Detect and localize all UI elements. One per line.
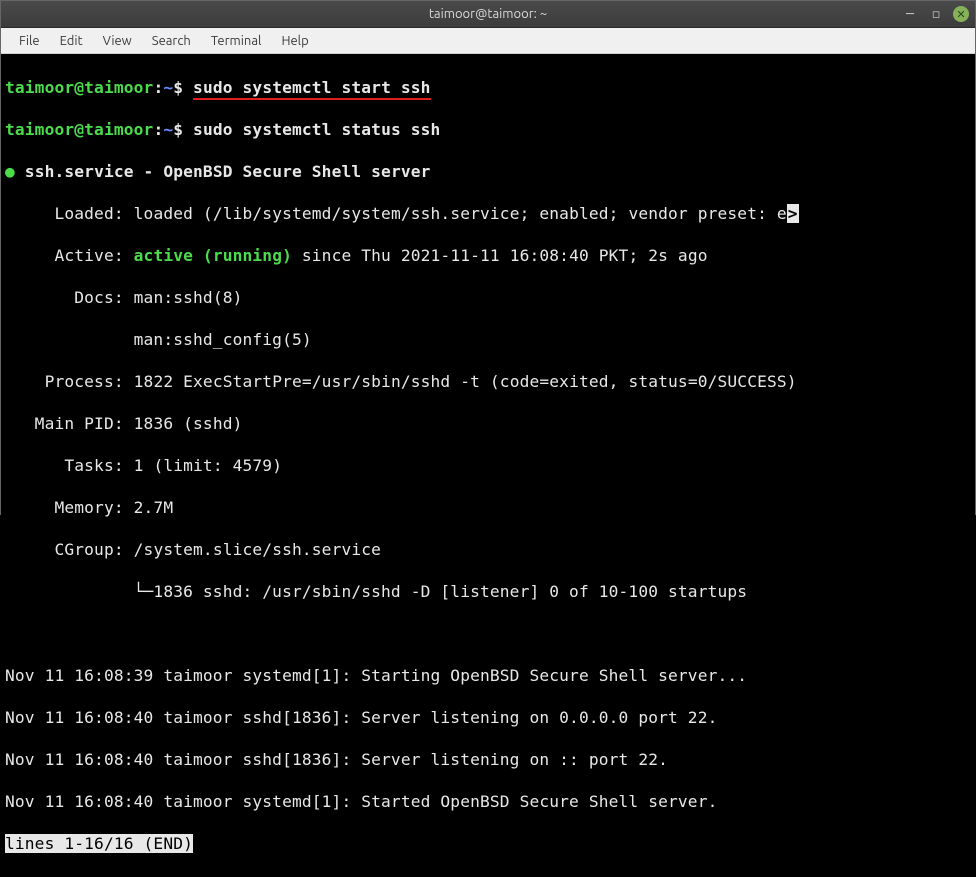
status-loaded: Loaded: loaded (/lib/systemd/system/ssh.… <box>5 203 971 224</box>
loaded-label: Loaded: <box>5 204 134 223</box>
tasks-label: Tasks: <box>5 456 134 475</box>
active-value: active (running) <box>134 246 292 265</box>
docs-label: Docs: <box>5 288 134 307</box>
minimize-button[interactable]: ─ <box>901 5 919 23</box>
mainpid-value: 1836 (sshd) <box>134 414 243 433</box>
command-1: sudo systemctl start ssh <box>193 78 431 100</box>
status-bullet-icon: ● <box>5 162 15 181</box>
blank-line <box>5 623 971 644</box>
status-unit-name: ssh.service - OpenBSD Secure Shell serve… <box>15 162 431 181</box>
pager-status: lines 1-16/16 (END) <box>5 834 193 853</box>
log-line-2: Nov 11 16:08:40 taimoor sshd[1836]: Serv… <box>5 707 971 728</box>
menu-file[interactable]: File <box>9 30 50 52</box>
window-controls: ─ ▫ ✕ <box>901 5 969 23</box>
prompt-line-2: taimoor@taimoor:~$ sudo systemctl status… <box>5 119 971 140</box>
prompt-colon: : <box>153 78 163 97</box>
log-line-1: Nov 11 16:08:39 taimoor systemd[1]: Star… <box>5 665 971 686</box>
menu-help[interactable]: Help <box>271 30 318 52</box>
prompt-user-host: taimoor@taimoor <box>5 78 153 97</box>
loaded-value: loaded (/lib/systemd/system/ssh.service;… <box>134 204 787 223</box>
menu-terminal[interactable]: Terminal <box>201 30 272 52</box>
memory-label: Memory: <box>5 498 134 517</box>
tasks-value: 1 (limit: 4579) <box>134 456 282 475</box>
process-label: Process: <box>5 372 134 391</box>
command-2: sudo systemctl status ssh <box>193 120 440 139</box>
log-line-3: Nov 11 16:08:40 taimoor sshd[1836]: Serv… <box>5 749 971 770</box>
menu-search[interactable]: Search <box>142 30 201 52</box>
mainpid-label: Main PID: <box>5 414 134 433</box>
wrap-indicator-icon: > <box>787 204 799 223</box>
status-active: Active: active (running) since Thu 2021-… <box>5 245 971 266</box>
docs-value-1: man:sshd(8) <box>134 288 243 307</box>
menu-edit[interactable]: Edit <box>50 30 93 52</box>
window-titlebar: taimoor@taimoor: ~ ─ ▫ ✕ <box>1 1 975 28</box>
active-label: Active: <box>5 246 134 265</box>
close-button[interactable]: ✕ <box>953 6 969 22</box>
status-cgroup-tree: └─1836 sshd: /usr/sbin/sshd -D [listener… <box>5 581 971 602</box>
process-value: 1822 ExecStartPre=/usr/sbin/sshd -t (cod… <box>134 372 797 391</box>
status-tasks: Tasks: 1 (limit: 4579) <box>5 455 971 476</box>
cgroup-value: /system.slice/ssh.service <box>134 540 381 559</box>
active-since: since Thu 2021-11-11 16:08:40 PKT; 2s ag… <box>292 246 708 265</box>
prompt-cwd: ~ <box>163 78 173 97</box>
prompt-line-1: taimoor@taimoor:~$ sudo systemctl start … <box>5 77 971 98</box>
window-title: taimoor@taimoor: ~ <box>429 7 547 21</box>
status-process: Process: 1822 ExecStartPre=/usr/sbin/ssh… <box>5 371 971 392</box>
prompt-dollar: $ <box>173 120 193 139</box>
pager-line: lines 1-16/16 (END) <box>5 833 971 854</box>
memory-value: 2.7M <box>134 498 174 517</box>
menu-view[interactable]: View <box>93 30 142 52</box>
prompt-cwd: ~ <box>163 120 173 139</box>
prompt-dollar: $ <box>173 78 193 97</box>
status-unit: ● ssh.service - OpenBSD Secure Shell ser… <box>5 161 971 182</box>
status-mainpid: Main PID: 1836 (sshd) <box>5 413 971 434</box>
maximize-button[interactable]: ▫ <box>927 5 945 23</box>
cgroup-label: CGroup: <box>5 540 134 559</box>
menu-bar: File Edit View Search Terminal Help <box>1 28 975 54</box>
status-cgroup: CGroup: /system.slice/ssh.service <box>5 539 971 560</box>
log-line-4: Nov 11 16:08:40 taimoor systemd[1]: Star… <box>5 791 971 812</box>
terminal-output[interactable]: taimoor@taimoor:~$ sudo systemctl start … <box>1 54 975 877</box>
prompt-colon: : <box>153 120 163 139</box>
status-docs-1: Docs: man:sshd(8) <box>5 287 971 308</box>
status-docs-2: man:sshd_config(5) <box>5 329 971 350</box>
prompt-user-host: taimoor@taimoor <box>5 120 153 139</box>
